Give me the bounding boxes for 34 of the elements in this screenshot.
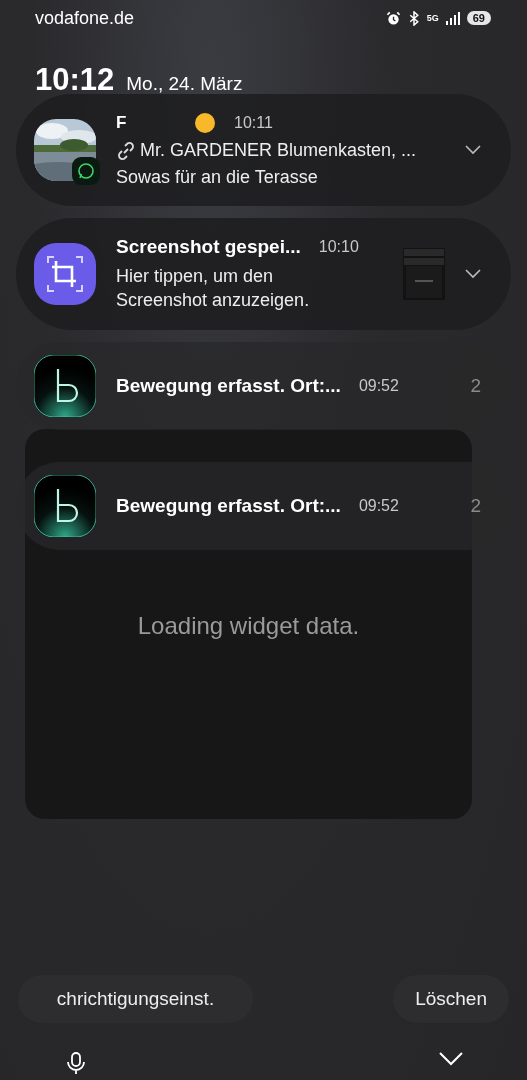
sender-name: F <box>116 113 128 133</box>
app-icon <box>34 475 96 537</box>
emoji-icon <box>194 112 216 134</box>
app-icon <box>34 355 96 417</box>
chevron-down-icon[interactable] <box>465 269 481 279</box>
notification-card[interactable]: Screenshot gespei... 10:10 Hier tippen, um den Screenshot anzuzeigen. <box>16 218 511 330</box>
notification-card[interactable]: F 10:11 Mr. GARDENER Blumenkasten, ... Sowas für an die Terasse <box>16 94 511 206</box>
alarm-icon <box>385 10 401 26</box>
notification-title: Bewegung erfasst. Ort:... <box>116 495 341 517</box>
notification-title: Mr. GARDENER Blumenkasten, ... <box>140 140 417 161</box>
notification-title: Screenshot gespei... <box>116 235 301 258</box>
microphone-icon[interactable] <box>66 1052 86 1074</box>
notification-time: 10:11 <box>234 114 273 132</box>
notification-time: 09:52 <box>358 377 399 395</box>
chat-app-icon <box>72 157 100 185</box>
notification-settings-button[interactable]: chrichtigungseinst. <box>18 975 253 1023</box>
notification-text: Sowas für an die Terasse <box>116 167 319 188</box>
network-label: 5G <box>426 13 439 23</box>
bluetooth-icon <box>407 10 420 26</box>
notification-count: 2 <box>470 495 481 517</box>
screenshot-app-icon <box>34 243 96 305</box>
clock-date: Mo., 24. März <box>126 73 243 95</box>
link-icon <box>116 140 136 161</box>
battery-indicator: 69 <box>466 11 491 25</box>
notification-time: 10:10 <box>318 237 359 256</box>
notification-text: Hier tippen, um den Screenshot anzuzeigen. <box>116 264 311 312</box>
signal-icon <box>445 11 460 25</box>
notification-count: 2 <box>470 375 481 397</box>
carrier-name: vodafone.de <box>35 7 135 29</box>
notification-title: Bewegung erfasst. Ort:... <box>116 375 341 397</box>
clear-button[interactable]: Löschen <box>393 975 509 1023</box>
chevron-down-icon[interactable] <box>465 145 481 155</box>
notification-time: 09:52 <box>358 497 399 515</box>
widget-message: Loading widget data. <box>137 612 360 641</box>
